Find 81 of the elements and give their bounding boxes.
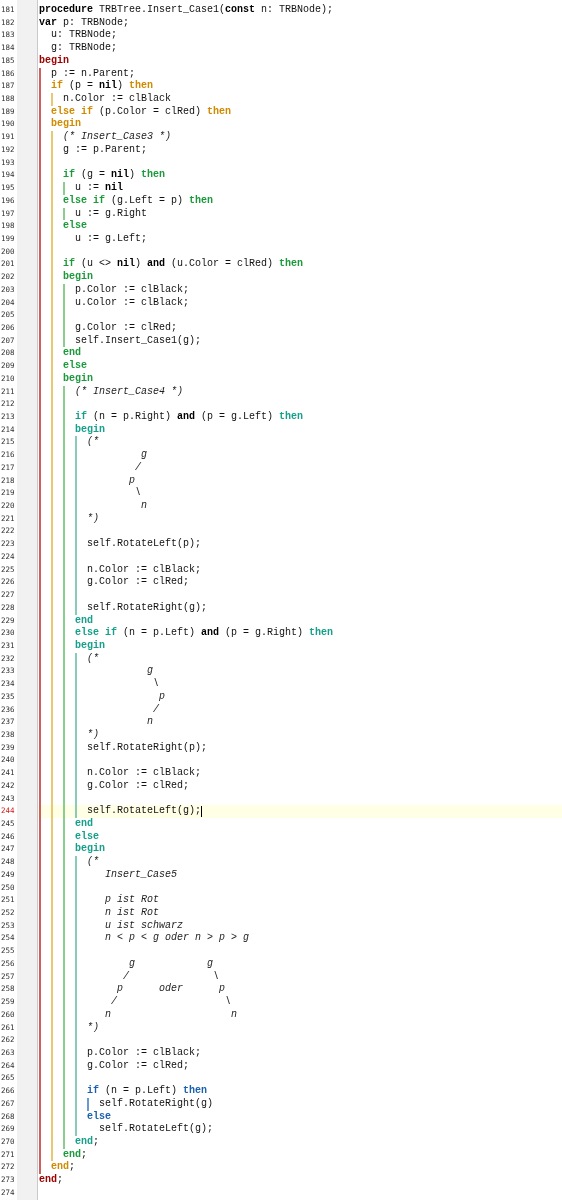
code-line: n.Color := clBlack <box>62 93 172 106</box>
code-line: p := n.Parent; <box>50 67 135 80</box>
code-line: (* Insert_Case4 *) <box>74 385 184 399</box>
code-line: / <box>134 461 142 475</box>
code-line: / \ <box>122 970 220 983</box>
code-line: p <box>128 474 135 488</box>
code-line: p oder p <box>117 983 226 997</box>
code-line: self.RotateLeft(g); <box>98 1123 214 1136</box>
code-line: (* <box>86 436 99 450</box>
code-line: n <box>146 716 154 729</box>
code-line: p ist Rot <box>104 894 160 907</box>
code-line: end; <box>62 1148 88 1161</box>
code-line: g g <box>128 957 214 971</box>
code-line: u.Color := clBlack; <box>74 296 190 310</box>
code-line: n < p < g oder n > p > g <box>104 932 250 946</box>
code-line: \ <box>134 487 142 501</box>
code-line: var p: TRBNode; <box>39 16 130 29</box>
code-line: / \ <box>110 996 232 1009</box>
code-line: else <box>62 360 87 373</box>
code-line: n.Color := clBlack; <box>86 767 202 780</box>
code-line: (* <box>86 856 99 869</box>
code-line: end <box>74 614 93 627</box>
code-line: self.RotateRight(p); <box>86 741 208 755</box>
code-line: self.RotateRight(g) <box>98 1097 214 1111</box>
code-line: p.Color := clBlack; <box>74 283 190 297</box>
code-line: self.RotateLeft(p); <box>86 538 202 551</box>
code-line: begin <box>62 271 93 284</box>
code-line: (* <box>86 652 99 666</box>
code-line: n <box>140 500 148 513</box>
code-line: else if (g.Left = p) then <box>62 194 214 208</box>
code-line: else <box>74 830 99 843</box>
code-line: g := p.Parent; <box>62 143 148 157</box>
code-line: *) <box>86 512 99 526</box>
code-line: Insert_Case5 <box>104 868 178 882</box>
code-line: end <box>74 818 93 831</box>
code-line: u: TRBNode; <box>50 29 117 42</box>
code-line: g <box>141 449 148 462</box>
code-line: else <box>86 1110 111 1123</box>
code-line: g: TRBNode; <box>50 42 117 55</box>
code-line: end; <box>50 1161 76 1174</box>
code-line: n ist Rot <box>104 907 160 920</box>
code-line: p.Color := clBlack; <box>86 1046 202 1060</box>
code-line: u := nil <box>74 182 124 195</box>
code-line: (* Insert_Case3 *) <box>62 131 172 144</box>
code-line: begin <box>62 372 93 386</box>
code-line: g.Color := clRed; <box>86 1059 190 1073</box>
code-line: if (p = nil) then <box>50 80 154 93</box>
code-line: begin <box>50 118 81 131</box>
code-line: else if (p.Color = clRed) then <box>50 105 232 118</box>
code-line: end; <box>74 1135 100 1149</box>
code-line: *) <box>86 728 99 742</box>
code-line: self.RotateLeft(g); <box>86 805 202 818</box>
code-line: \ <box>152 678 160 691</box>
code-line: begin <box>39 54 69 68</box>
code-line: *) <box>86 1021 99 1035</box>
code-line: begin <box>74 843 105 856</box>
code-line: g <box>146 665 154 679</box>
code-line: else if (n = p.Left) and (p = g.Right) then <box>74 627 334 640</box>
code-line: / <box>152 703 160 717</box>
code-line: g.Color := clRed; <box>86 779 190 793</box>
code-line: self.Insert_Case1(g); <box>74 334 202 347</box>
code-line: g.Color := clRed; <box>86 576 190 590</box>
code-line: u := g.Left; <box>74 232 148 246</box>
code-line: g.Color := clRed; <box>74 321 178 335</box>
code-line: self.RotateRight(g); <box>86 601 208 615</box>
code-line: u := g.Right <box>74 207 148 220</box>
text-cursor <box>201 806 203 818</box>
code-line: n n <box>104 1008 238 1022</box>
code-line: p <box>158 690 166 704</box>
code-line: n.Color := clBlack; <box>86 563 202 576</box>
code-line: end <box>62 347 81 360</box>
code-line: if (n = p.Right) and (p = g.Left) then <box>74 411 304 424</box>
code-line: u ist schwarz <box>104 919 184 932</box>
code-line: else <box>62 220 87 233</box>
code-line: if (n = p.Left) then <box>86 1085 208 1098</box>
code-line: procedure TRBTree.Insert_Case1(const n: TRBNode); <box>39 4 334 17</box>
code-line: if (g = nil) then <box>62 169 166 182</box>
code-line: if (u <> nil) and (u.Color = clRed) then <box>62 258 304 271</box>
code-line: begin <box>74 423 105 436</box>
code-line: end; <box>39 1174 64 1187</box>
code-line: begin <box>74 639 105 653</box>
